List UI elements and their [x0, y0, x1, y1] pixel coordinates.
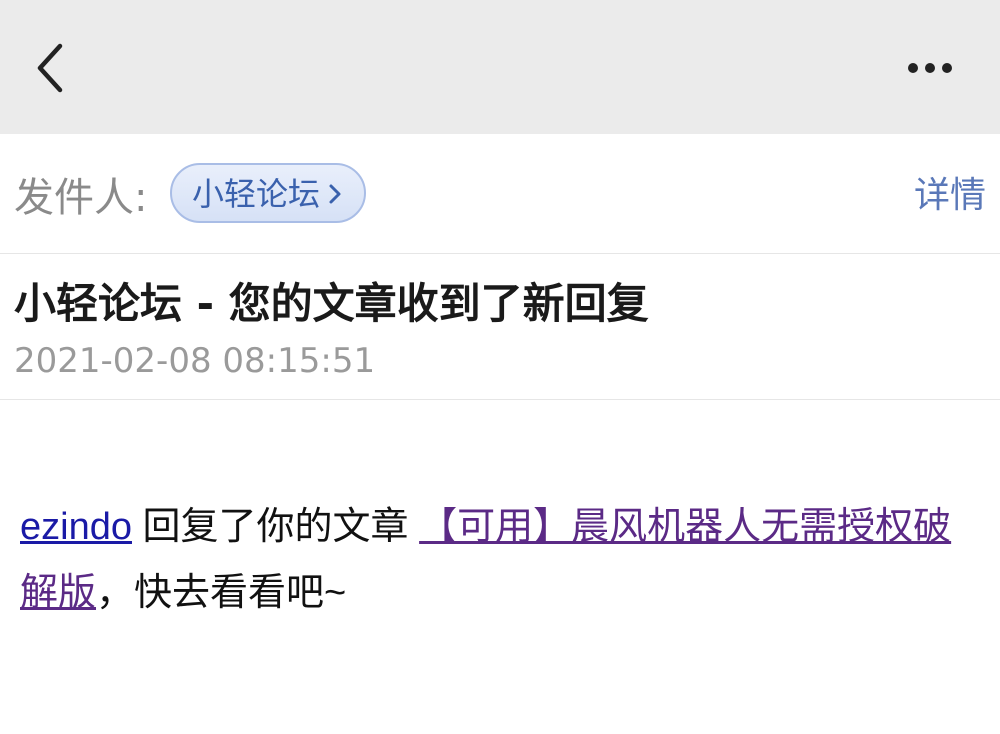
- more-horizontal-icon: [908, 63, 952, 73]
- sender-name: 小轻论坛: [192, 175, 321, 213]
- user-link[interactable]: ezindo: [20, 506, 132, 548]
- email-body: ezindo 回复了你的文章 【可用】晨风机器人无需授权破解版，快去看看吧~: [20, 494, 985, 626]
- body-text-end: ，快去看看吧~: [96, 572, 347, 614]
- details-link[interactable]: 详情: [914, 174, 986, 218]
- subject-block: 小轻论坛 - 您的文章收到了新回复 2021-02-08 08:15:51: [0, 254, 1000, 400]
- top-bar: [0, 0, 1000, 134]
- email-timestamp: 2021-02-08 08:15:51: [14, 341, 376, 381]
- body-text-replied: 回复了你的文章: [131, 506, 420, 548]
- more-options-button[interactable]: [895, 40, 965, 96]
- email-subject: 小轻论坛 - 您的文章收到了新回复: [14, 279, 649, 328]
- sender-label: 发件人:: [14, 175, 148, 221]
- sender-chip[interactable]: 小轻论坛: [170, 163, 366, 223]
- back-button[interactable]: [24, 30, 80, 106]
- chevron-right-icon: [329, 184, 341, 204]
- sender-row: 发件人: 小轻论坛 详情: [0, 134, 1000, 254]
- chevron-left-icon: [37, 43, 63, 93]
